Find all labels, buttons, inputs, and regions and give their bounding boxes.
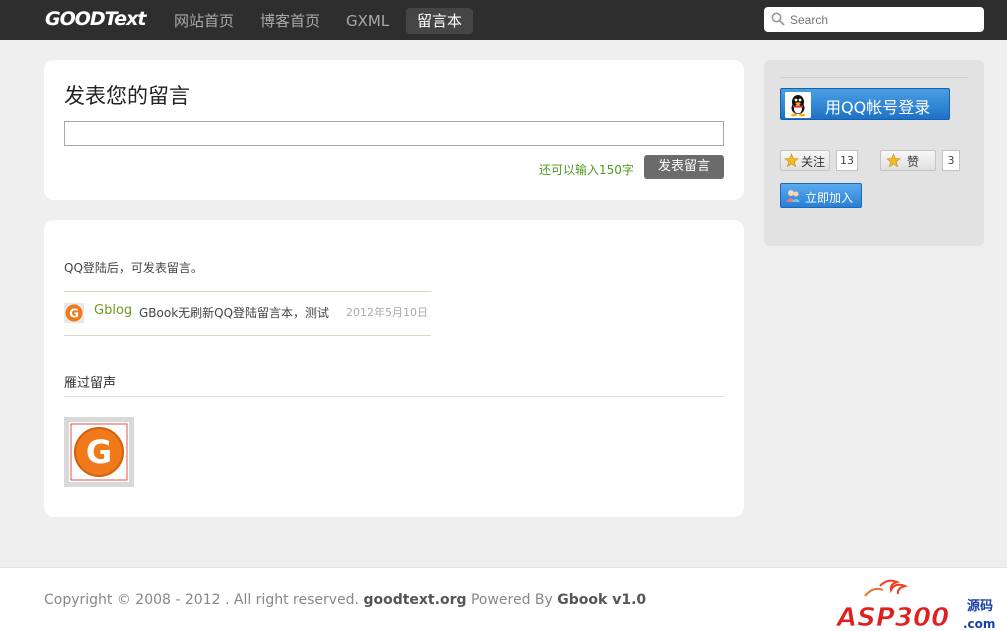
- message-user[interactable]: Gblog: [94, 303, 132, 318]
- sidebar: 用QQ帐号登录 关注 13 赞 3 立即加入: [764, 60, 984, 246]
- message-row: G Gblog GBook无刷新QQ登陆留言本，测试 2012年5月10日: [64, 291, 431, 336]
- star-icon: [784, 153, 799, 168]
- star-icon: [886, 153, 901, 168]
- message-input[interactable]: [64, 121, 724, 146]
- like-button[interactable]: 赞: [880, 150, 936, 171]
- post-message-card: 发表您的留言 还可以输入150字 发表留言: [44, 60, 744, 200]
- divider: [64, 396, 724, 397]
- visitor-avatar[interactable]: G: [64, 417, 134, 487]
- messages-card: QQ登陆后，可发表留言。 G Gblog GBook无刷新QQ登陆留言本，测试 …: [44, 220, 744, 517]
- nav-item-home[interactable]: 网站首页: [163, 8, 245, 34]
- site-logo[interactable]: GOODText: [45, 8, 146, 30]
- visitors-title: 雁过留声: [64, 376, 117, 391]
- gblog-avatar-icon: G: [64, 303, 84, 323]
- svg-text:G: G: [69, 307, 79, 321]
- svg-text:G: G: [86, 433, 112, 471]
- qq-login-button[interactable]: 用QQ帐号登录: [780, 88, 950, 120]
- footer: Copyright © 2008 - 2012 . All right rese…: [0, 567, 1007, 631]
- follow-count: 13: [836, 150, 858, 171]
- search-input[interactable]: [790, 10, 976, 29]
- svg-text:源码: 源码: [967, 598, 993, 614]
- nav-item-gxml[interactable]: GXML: [335, 8, 400, 34]
- nav-item-blog[interactable]: 博客首页: [249, 8, 331, 34]
- qq-penguin-icon: [785, 92, 811, 118]
- login-hint: QQ登陆后，可发表留言。: [64, 261, 203, 275]
- powered-by-prefix: Powered By: [466, 592, 558, 608]
- copyright-text: Copyright © 2008 - 2012 . All right rese…: [44, 592, 646, 608]
- asp300-logo: ASP300 源码 .com: [835, 579, 995, 631]
- message-date: 2012年5月10日: [346, 306, 428, 319]
- remaining-chars-text: 还可以输入150字: [539, 163, 634, 177]
- qq-login-label: 用QQ帐号登录: [825, 98, 931, 117]
- svg-text:ASP300: ASP300: [835, 603, 949, 631]
- submit-message-button[interactable]: 发表留言: [644, 155, 724, 179]
- search-box[interactable]: [764, 7, 984, 32]
- svg-text:.com: .com: [963, 617, 995, 631]
- site-domain[interactable]: goodtext.org: [363, 592, 466, 608]
- divider: [780, 77, 968, 78]
- like-count: 3: [942, 150, 960, 171]
- join-now-label: 立即加入: [805, 191, 854, 205]
- message-text: GBook无刷新QQ登陆留言本，测试: [139, 306, 330, 320]
- follow-label: 关注: [801, 155, 826, 169]
- copyright-prefix: Copyright © 2008 - 2012 . All right rese…: [44, 592, 364, 608]
- join-now-button[interactable]: 立即加入: [780, 183, 862, 208]
- product-name: Gbook v1.0: [557, 592, 647, 608]
- top-navbar: GOODText 网站首页 博客首页 GXML 留言本: [0, 0, 1007, 40]
- post-title: 发表您的留言: [64, 84, 190, 108]
- follow-button[interactable]: 关注: [780, 150, 830, 171]
- like-label: 赞: [907, 155, 920, 169]
- search-icon: [771, 12, 785, 26]
- users-icon: [786, 190, 800, 202]
- nav-item-guestbook[interactable]: 留言本: [406, 8, 474, 34]
